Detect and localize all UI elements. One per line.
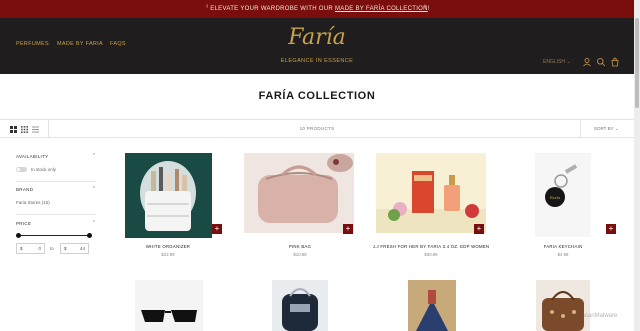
collection-toolbar: 10 PRODUCTS SORT BY ⌄ — [0, 119, 634, 138]
add-to-cart-button[interactable]: + — [212, 224, 222, 234]
chevron-up-icon[interactable]: ⌃ — [92, 220, 96, 226]
filter-brand-heading[interactable]: BRAND — [16, 187, 33, 192]
price-min-input[interactable]: $0 — [16, 243, 45, 254]
account-icon[interactable] — [582, 57, 592, 67]
price-to-label: to — [50, 246, 54, 251]
chevron-right-icon[interactable]: › — [424, 3, 427, 10]
add-to-cart-button[interactable]: + — [343, 224, 353, 234]
product-name[interactable]: WHITE ORGANIZER — [108, 244, 228, 249]
chevron-left-icon[interactable]: ‹ — [206, 3, 209, 10]
price-min-handle[interactable] — [16, 233, 21, 238]
search-icon[interactable] — [596, 57, 606, 67]
product-image[interactable] — [244, 153, 354, 233]
cart-icon[interactable] — [610, 57, 620, 67]
product-price: $4.99 — [557, 252, 569, 257]
product-image[interactable] — [376, 153, 486, 233]
product-count: 10 PRODUCTS — [299, 126, 335, 131]
brand-option[interactable]: Faria Stores (15) — [16, 200, 50, 205]
site-logo[interactable]: Faría — [0, 25, 634, 50]
announcement-text: ELEVATE YOUR WARDROBE WITH OUR MADE BY F… — [210, 6, 430, 12]
price-range-track[interactable] — [18, 235, 90, 236]
product-name[interactable]: PINK BAG — [240, 244, 360, 249]
chevron-up-icon[interactable]: ⌃ — [92, 153, 96, 159]
chevron-up-icon[interactable]: ⌃ — [92, 186, 96, 192]
filter-price-heading[interactable]: PRICE — [16, 221, 31, 226]
product-name[interactable]: J.J FRESH FOR HER BY FARIA 3.4 OZ. EDP W… — [371, 244, 491, 249]
product-image[interactable] — [125, 153, 212, 238]
site-tagline: ELEGANCE IN ESSENCE — [280, 58, 354, 64]
scrollbar-thumb[interactable] — [635, 18, 639, 108]
in-stock-toggle[interactable] — [16, 167, 27, 172]
product-image[interactable] — [272, 280, 328, 331]
announcement-bar: ‹ ELEVATE YOUR WARDROBE WITH OUR MADE BY… — [0, 0, 640, 18]
add-to-cart-button[interactable]: + — [474, 224, 484, 234]
product-price: $30.99 — [424, 252, 438, 257]
filter-availability-heading[interactable]: AVAILABILITY — [16, 154, 48, 159]
product-image[interactable]: Faría — [535, 153, 591, 237]
add-to-cart-button[interactable]: + — [606, 224, 616, 234]
watermark-text: scanMalware — [582, 313, 618, 319]
language-selector[interactable]: ENGLISH ⌄ — [543, 59, 571, 65]
product-name[interactable]: FARIA KEYCHAIN — [503, 244, 623, 249]
in-stock-label: In stock only — [31, 167, 57, 172]
sort-by-dropdown[interactable]: SORT BY ⌄ — [594, 126, 619, 132]
product-image[interactable] — [536, 280, 590, 331]
price-max-input[interactable]: $44 — [60, 243, 89, 254]
price-max-handle[interactable] — [87, 233, 92, 238]
page-title: FARÍA COLLECTION — [258, 90, 376, 102]
product-price: $10.99 — [293, 252, 307, 257]
svg-text:Faría: Faría — [550, 195, 561, 200]
product-image[interactable] — [135, 280, 203, 331]
product-price: $22.99 — [161, 252, 175, 257]
product-image[interactable] — [408, 280, 456, 331]
announcement-link[interactable]: MADE BY FARÍA COLLECTION — [335, 6, 428, 12]
